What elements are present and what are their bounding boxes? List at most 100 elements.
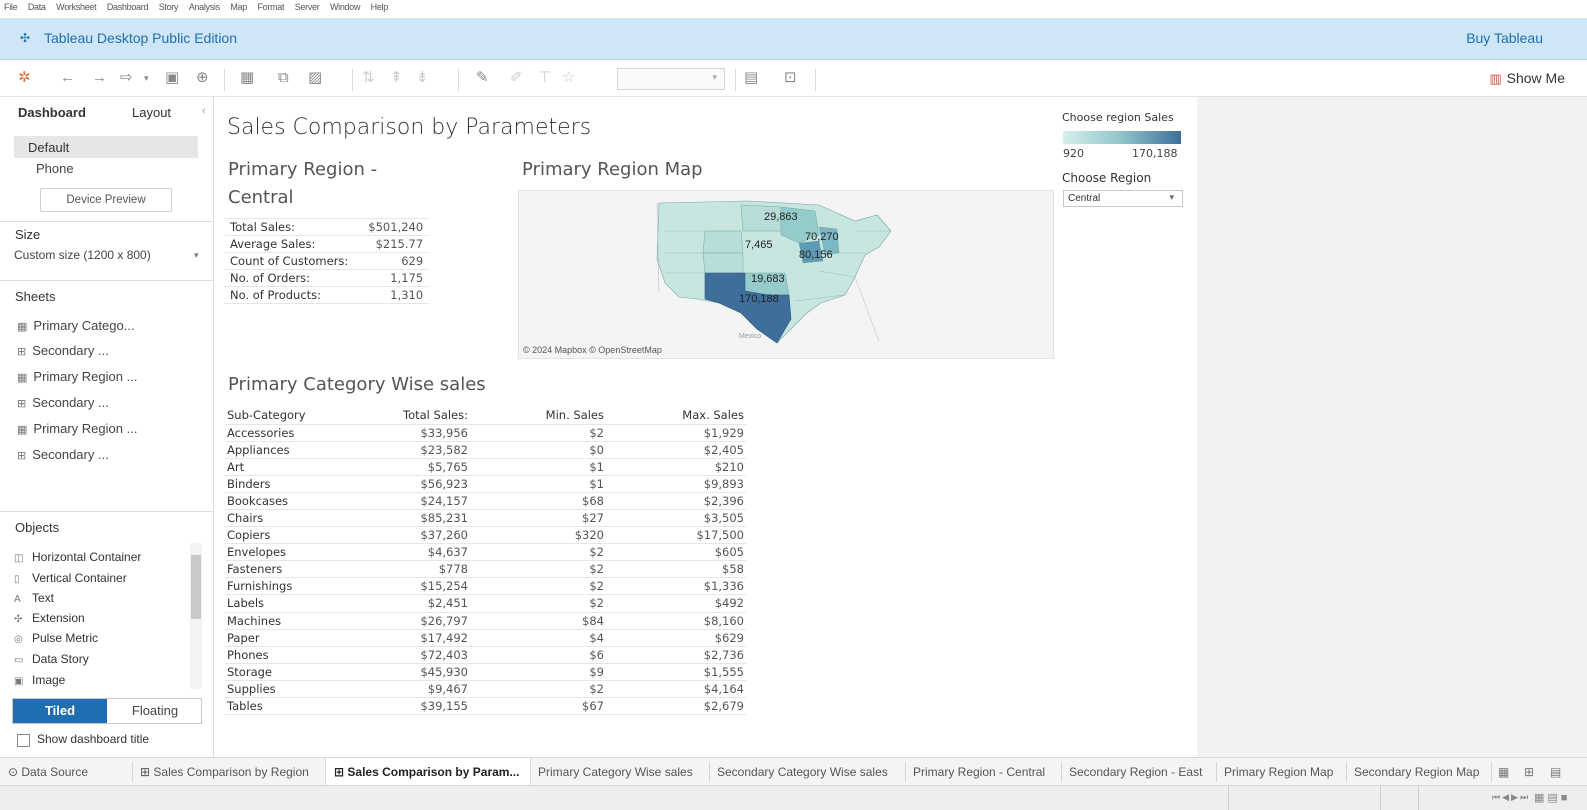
total-sales-cell: $72,403 <box>330 645 470 664</box>
new-datasource-icon[interactable]: ⊕ <box>196 69 209 87</box>
sheet-item-primary-region-2[interactable]: ▦ Primary Region ... <box>17 421 137 436</box>
tiled-button[interactable]: Tiled <box>13 699 107 723</box>
column-header[interactable]: Min. Sales <box>470 407 606 424</box>
sheet-item-secondary-3[interactable]: ⊞ Secondary ... <box>17 447 109 462</box>
menu-map[interactable]: Map <box>230 2 247 12</box>
object-data-story[interactable]: ▭ Data Story <box>14 652 89 666</box>
column-header[interactable]: Max. Sales <box>606 407 746 424</box>
object-vertical-container[interactable]: ▯ Vertical Container <box>14 571 127 585</box>
object-text[interactable]: A Text <box>14 591 54 605</box>
legend-min: 920 <box>1063 147 1084 160</box>
table-row: Envelopes $4,637 $2 $605 <box>225 543 746 561</box>
replace-data-icon[interactable]: ⇨ <box>120 69 133 87</box>
table-row: Fasteners $778 $2 $58 <box>225 560 746 578</box>
tab-dashboard[interactable]: Dashboard <box>18 105 86 120</box>
tab-layout[interactable]: Layout <box>132 105 171 120</box>
dashboard-title: Sales Comparison by Parameters <box>227 115 592 140</box>
menu-help[interactable]: Help <box>371 2 389 12</box>
tab-sales-comparison-region[interactable]: ⊞ Sales Comparison by Region <box>140 765 309 779</box>
show-cards-icon[interactable]: ▤ <box>744 69 758 87</box>
column-header[interactable]: Total Sales: <box>330 407 470 424</box>
view-mode-icons[interactable]: ▦▤■ <box>1534 791 1570 804</box>
sheet-item-secondary-2[interactable]: ⊞ Secondary ... <box>17 395 109 410</box>
menu-server[interactable]: Server <box>295 2 320 12</box>
show-me-button[interactable]: ▥ Show Me <box>1489 70 1565 87</box>
color-legend-bar[interactable] <box>1063 131 1181 144</box>
sort-descending-icon[interactable]: ⇟ <box>416 69 429 87</box>
legend-max: 170,188 <box>1132 147 1178 160</box>
tab-data-source[interactable]: ⊙ Data Source <box>8 765 88 779</box>
undo-icon[interactable]: ← <box>60 69 75 87</box>
map-credit[interactable]: © 2024 Mapbox © OpenStreetMap <box>523 345 662 355</box>
menu-dashboard[interactable]: Dashboard <box>107 2 149 12</box>
clear-sheet-icon[interactable]: ▨ <box>308 69 322 87</box>
size-select[interactable]: Custom size (1200 x 800) <box>14 248 151 262</box>
device-preview-button[interactable]: Device Preview <box>40 188 172 212</box>
duplicate-icon[interactable]: ⧉ <box>278 69 289 87</box>
sort-ascending-icon[interactable]: ⇞ <box>390 69 403 87</box>
text-format-icon[interactable]: ⊤ <box>538 69 551 87</box>
collapse-pane-icon[interactable]: ‹ <box>202 105 206 117</box>
table-row: Bookcases $24,157 $68 $2,396 <box>225 491 746 510</box>
objects-scrollbar[interactable] <box>190 543 202 689</box>
region-map[interactable]: 29,863 70,270 7,465 80,156 19,683 170,18… <box>518 190 1054 359</box>
tab-secondary-region-east[interactable]: Secondary Region - East <box>1069 765 1202 779</box>
chevron-down-icon[interactable]: ▾ <box>194 250 199 261</box>
device-default-item[interactable]: Default <box>14 136 198 158</box>
chevron-down-icon[interactable]: ▾ <box>144 69 149 87</box>
region-filter-title: Choose Region <box>1062 171 1152 185</box>
object-extension[interactable]: ✣ Extension <box>14 611 85 625</box>
tab-sales-comparison-param[interactable]: ⊞ Sales Comparison by Param... <box>325 758 531 785</box>
floating-button[interactable]: Floating <box>108 699 202 723</box>
fit-select[interactable]: ▾ <box>617 68 725 90</box>
menu-story[interactable]: Story <box>159 2 179 12</box>
presentation-icon[interactable]: ⊡ <box>784 69 797 87</box>
min-sales-cell: $2 <box>470 594 606 613</box>
tab-secondary-category[interactable]: Secondary Category Wise sales <box>717 765 888 779</box>
map-label: 70,270 <box>805 231 839 243</box>
sheet-item-primary-region-1[interactable]: ▦ Primary Region ... <box>17 369 137 384</box>
worksheet-icon: ⊞ <box>17 346 27 358</box>
buy-tableau-link[interactable]: Buy Tableau <box>1466 30 1543 46</box>
tab-secondary-region-map[interactable]: Secondary Region Map <box>1354 765 1479 779</box>
menu-window[interactable]: Window <box>330 2 361 12</box>
category-table: Sub-Category Total Sales: Min. Sales Max… <box>225 407 746 716</box>
tab-primary-category[interactable]: Primary Category Wise sales <box>538 765 693 779</box>
menu-analysis[interactable]: Analysis <box>189 2 220 12</box>
save-icon[interactable]: ▣ <box>165 69 179 87</box>
kpi-label: No. of Products: <box>224 286 355 304</box>
sheet-item-primary-category[interactable]: ▦ Primary Catego... <box>17 318 135 333</box>
tab-primary-region-map[interactable]: Primary Region Map <box>1224 765 1333 779</box>
tab-primary-region-central[interactable]: Primary Region - Central <box>913 765 1045 779</box>
highlight-icon[interactable]: ✎ <box>476 69 489 87</box>
total-sales-cell: $39,155 <box>330 696 470 716</box>
object-horizontal-container[interactable]: ◫ Horizontal Container <box>14 550 141 564</box>
object-pulse-metric[interactable]: ◎ Pulse Metric <box>14 631 98 645</box>
sheet-item-secondary-1[interactable]: ⊞ Secondary ... <box>17 343 109 358</box>
legend-title: Choose region Sales <box>1062 111 1174 124</box>
region-select[interactable]: Central ▾ <box>1063 190 1183 207</box>
total-sales-cell: $45,930 <box>330 662 470 681</box>
max-sales-cell: $605 <box>606 543 746 561</box>
new-worksheet-icon[interactable]: ▦ <box>240 69 254 87</box>
menu-format[interactable]: Format <box>257 2 284 12</box>
pin-icon[interactable]: ☆ <box>562 69 575 87</box>
menu-worksheet[interactable]: Worksheet <box>56 2 96 12</box>
tableau-home-icon[interactable]: ✲ <box>18 69 31 87</box>
min-sales-cell: $2 <box>470 577 606 595</box>
sheet-navigation-icons[interactable]: ⏮◀▶⏭ <box>1492 792 1530 803</box>
column-header[interactable]: Sub-Category <box>225 407 330 424</box>
device-phone-item[interactable]: Phone <box>36 161 74 176</box>
redo-icon[interactable]: → <box>92 69 107 87</box>
show-title-checkbox[interactable] <box>17 734 30 747</box>
swap-icon[interactable]: ⇅ <box>362 69 375 87</box>
object-image[interactable]: ▣ Image <box>14 673 65 687</box>
menu-file[interactable]: File <box>4 2 18 12</box>
max-sales-cell: $58 <box>606 560 746 578</box>
label-icon[interactable]: ✐ <box>510 69 523 87</box>
new-dashboard-icon[interactable]: ⊞ <box>1524 765 1534 779</box>
new-story-icon[interactable]: ▤ <box>1550 765 1561 779</box>
menu-data[interactable]: Data <box>28 2 46 12</box>
new-worksheet-icon[interactable]: ▦ <box>1498 765 1509 779</box>
table-row: Storage $45,930 $9 $1,555 <box>225 662 746 681</box>
